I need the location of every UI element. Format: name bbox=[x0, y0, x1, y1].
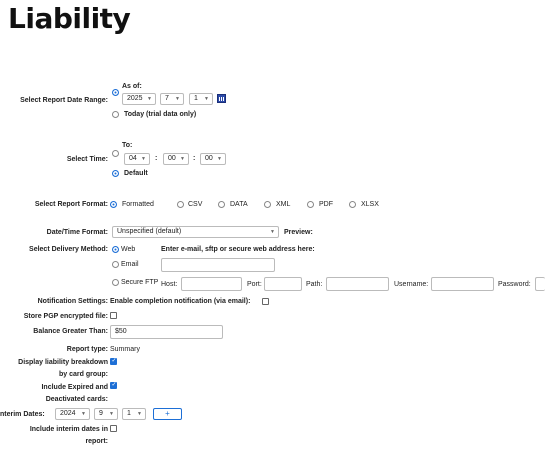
format-option-data: DATA bbox=[230, 201, 248, 208]
delivery-email-radio[interactable] bbox=[112, 261, 119, 268]
address-input[interactable] bbox=[161, 258, 275, 272]
delivery-web-label: Web bbox=[121, 246, 136, 253]
format-option-formatted: Formatted bbox=[122, 201, 154, 208]
interim-month-value: 9 bbox=[99, 410, 103, 417]
delivery-sftp-label: Secure FTP bbox=[121, 279, 159, 286]
default-time-radio[interactable] bbox=[112, 170, 119, 177]
report-type-value: Summary bbox=[110, 346, 140, 353]
as-of-radio[interactable] bbox=[112, 89, 119, 96]
format-radio-csv[interactable] bbox=[177, 201, 184, 208]
port-label: Port: bbox=[247, 281, 262, 288]
address-prompt: Enter e-mail, sftp or secure web address… bbox=[161, 246, 315, 253]
notification-label: Notification Settings: bbox=[37, 298, 108, 305]
password-input[interactable] bbox=[535, 277, 545, 291]
minute-value: 00 bbox=[168, 155, 176, 162]
include-interim-label-line2: report: bbox=[85, 438, 108, 445]
path-input[interactable] bbox=[326, 277, 389, 291]
delivery-web-radio[interactable] bbox=[112, 246, 119, 253]
host-input[interactable] bbox=[181, 277, 242, 291]
interim-day-select[interactable]: 1 ▼ bbox=[122, 408, 146, 420]
default-time-label: Default bbox=[124, 170, 148, 177]
today-radio[interactable] bbox=[112, 111, 119, 118]
day-select[interactable]: 1 ▼ bbox=[189, 93, 213, 105]
page-title: Liability bbox=[8, 2, 131, 35]
day-value: 1 bbox=[194, 95, 198, 102]
minute-select[interactable]: 00 ▼ bbox=[163, 153, 189, 165]
calendar-icon[interactable] bbox=[217, 94, 226, 103]
breakdown-label-line1: Display liability breakdown bbox=[18, 359, 108, 366]
expired-label-line2: Deactivated cards: bbox=[45, 396, 108, 403]
format-option-xlsx: XLSX bbox=[361, 201, 379, 208]
interim-year-value: 2024 bbox=[60, 410, 76, 417]
port-input[interactable] bbox=[264, 277, 302, 291]
add-interim-date-button[interactable]: + bbox=[153, 408, 182, 420]
notification-text: Enable completion notification (via emai… bbox=[110, 298, 251, 305]
time-to-label: To: bbox=[122, 142, 133, 149]
interim-dates-label: nterim Dates: bbox=[0, 411, 45, 418]
delivery-label: Select Delivery Method: bbox=[29, 246, 108, 253]
date-range-label: Select Report Date Range: bbox=[20, 97, 108, 104]
time-label: Select Time: bbox=[66, 156, 108, 163]
month-value: 7 bbox=[165, 95, 169, 102]
format-option-xml: XML bbox=[276, 201, 291, 208]
format-label: Select Report Format: bbox=[34, 201, 108, 208]
format-option-pdf: PDF bbox=[319, 201, 333, 208]
balance-label: Balance Greater Than: bbox=[33, 328, 108, 335]
include-interim-checkbox[interactable] bbox=[110, 425, 117, 432]
password-label: Password: bbox=[498, 281, 531, 288]
notification-checkbox[interactable] bbox=[262, 298, 269, 305]
second-value: 00 bbox=[205, 155, 213, 162]
path-label: Path: bbox=[306, 281, 323, 288]
format-radio-pdf[interactable] bbox=[307, 201, 314, 208]
username-label: Username: bbox=[394, 281, 429, 288]
today-label: Today (trial data only) bbox=[124, 111, 197, 118]
format-radio-formatted[interactable] bbox=[110, 201, 117, 208]
breakdown-label-line2: by card group: bbox=[58, 371, 108, 378]
format-radio-xlsx[interactable] bbox=[349, 201, 356, 208]
host-label: Host: bbox=[161, 281, 178, 288]
interim-year-select[interactable]: 2024 ▼ bbox=[55, 408, 90, 420]
balance-input[interactable]: $50 bbox=[110, 325, 223, 339]
year-value: 2025 bbox=[127, 95, 143, 102]
as-of-label: As of: bbox=[122, 83, 142, 90]
balance-value: $50 bbox=[115, 328, 127, 335]
datetime-format-value: Unspecified (default) bbox=[117, 228, 182, 235]
year-select[interactable]: 2025 ▼ bbox=[122, 93, 156, 105]
pgp-checkbox[interactable] bbox=[110, 312, 117, 319]
expired-checkbox[interactable] bbox=[110, 381, 117, 389]
hour-value: 04 bbox=[129, 155, 137, 162]
report-type-label: Report type: bbox=[66, 346, 108, 353]
datetime-format-label: Date/Time Format: bbox=[46, 229, 108, 236]
datetime-format-select[interactable]: Unspecified (default) ▼ bbox=[112, 226, 279, 238]
time-to-radio[interactable] bbox=[112, 150, 119, 157]
breakdown-checkbox[interactable] bbox=[110, 357, 117, 365]
second-select[interactable]: 00 ▼ bbox=[200, 153, 226, 165]
pgp-label: Store PGP encrypted file: bbox=[23, 313, 108, 320]
hour-select[interactable]: 04 ▼ bbox=[124, 153, 150, 165]
interim-month-select[interactable]: 9 ▼ bbox=[94, 408, 118, 420]
time-sep-1: : bbox=[155, 155, 158, 162]
format-option-csv: CSV bbox=[188, 201, 203, 208]
username-input[interactable] bbox=[431, 277, 494, 291]
month-select[interactable]: 7 ▼ bbox=[160, 93, 184, 105]
preview-label: Preview: bbox=[284, 229, 313, 236]
delivery-email-label: Email bbox=[121, 261, 139, 268]
interim-day-value: 1 bbox=[127, 410, 131, 417]
format-radio-data[interactable] bbox=[218, 201, 225, 208]
expired-label-line1: Include Expired and bbox=[41, 384, 108, 391]
include-interim-label-line1: Include interim dates in bbox=[29, 426, 108, 433]
delivery-sftp-radio[interactable] bbox=[112, 279, 119, 286]
time-sep-2: : bbox=[193, 155, 196, 162]
format-radio-xml[interactable] bbox=[264, 201, 271, 208]
